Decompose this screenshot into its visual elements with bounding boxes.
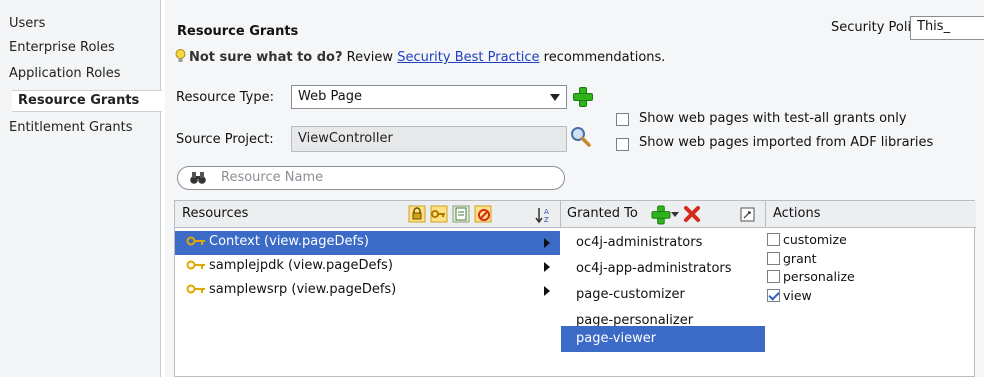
edit-dialog-icon[interactable] bbox=[739, 206, 757, 224]
resource-type-label: Resource Type: bbox=[176, 90, 274, 105]
security-hint: Not sure what to do? Review Security Bes… bbox=[175, 49, 665, 65]
hint-lead: Not sure what to do? bbox=[189, 50, 343, 65]
page-title: Resource Grants bbox=[177, 24, 299, 39]
svg-text:A: A bbox=[544, 208, 549, 216]
expand-arrow-icon bbox=[544, 262, 550, 272]
nav-item-entitlement-grants[interactable]: Entitlement Grants bbox=[9, 118, 133, 138]
nav-item-users[interactable]: Users bbox=[9, 14, 45, 34]
test-all-label: Show web pages with test-all grants only bbox=[639, 111, 907, 126]
test-all-checkbox[interactable] bbox=[616, 113, 629, 126]
action-label: personalize bbox=[783, 269, 855, 284]
hint-pre: Review bbox=[342, 50, 398, 65]
dropdown-arrow-icon bbox=[550, 94, 560, 101]
grantee-item[interactable]: page-customizer bbox=[561, 282, 765, 308]
key-icon bbox=[186, 236, 205, 246]
granted-to-header: Granted To bbox=[560, 201, 765, 228]
nav-item-resource-grants[interactable]: Resource Grants bbox=[12, 90, 162, 112]
action-checkbox[interactable] bbox=[767, 289, 780, 302]
action-item[interactable]: customize bbox=[767, 233, 847, 246]
resources-header: Resources A Z bbox=[175, 201, 560, 228]
delete-icon[interactable] bbox=[683, 205, 701, 223]
action-item[interactable]: personalize bbox=[767, 270, 855, 283]
action-checkbox[interactable] bbox=[767, 233, 780, 246]
nav-item-enterprise-roles[interactable]: Enterprise Roles bbox=[9, 38, 115, 58]
lock-icon[interactable] bbox=[408, 205, 426, 223]
resource-row[interactable]: samplejpdk (view.pageDefs) bbox=[175, 255, 560, 279]
expand-arrow-icon bbox=[544, 286, 550, 296]
security-policy-field[interactable]: This_ bbox=[910, 16, 984, 40]
resource-row-label: samplejpdk (view.pageDefs) bbox=[209, 258, 393, 273]
grantee-item[interactable]: page-viewer bbox=[561, 326, 765, 352]
action-label: view bbox=[783, 288, 812, 303]
hide-granted-icon[interactable] bbox=[474, 205, 492, 223]
add-grantee-icon[interactable] bbox=[651, 205, 671, 225]
adf-libraries-label: Show web pages imported from ADF librari… bbox=[639, 135, 934, 150]
resource-row-label: samplewsrp (view.pageDefs) bbox=[209, 282, 397, 297]
binoculars-icon bbox=[190, 172, 206, 184]
source-project-label: Source Project: bbox=[176, 132, 274, 147]
expand-arrow-icon bbox=[544, 238, 550, 248]
resource-row-label: Context (view.pageDefs) bbox=[209, 234, 369, 249]
add-grantee-dropdown-icon[interactable] bbox=[671, 212, 679, 217]
search-placeholder: Resource Name bbox=[221, 170, 324, 185]
action-item[interactable]: view bbox=[767, 289, 812, 302]
key-icon bbox=[186, 260, 205, 270]
grantee-item[interactable]: oc4j-app-administrators bbox=[561, 256, 765, 282]
key-icon bbox=[186, 284, 205, 294]
resource-row[interactable]: Context (view.pageDefs) bbox=[175, 231, 560, 255]
security-best-practice-link[interactable]: Security Best Practice bbox=[397, 50, 539, 65]
add-resource-icon[interactable] bbox=[573, 87, 593, 107]
actions-header-label: Actions bbox=[773, 206, 821, 221]
hint-post: recommendations. bbox=[539, 50, 666, 65]
page-filter-icon[interactable] bbox=[452, 205, 470, 223]
source-project-field: ViewController bbox=[291, 126, 567, 152]
resource-type-select[interactable]: Web Page bbox=[291, 85, 567, 109]
nav-item-application-roles[interactable]: Application Roles bbox=[9, 64, 121, 84]
resource-search-input[interactable]: Resource Name bbox=[177, 166, 565, 190]
search-icon[interactable] bbox=[570, 126, 592, 148]
action-label: grant bbox=[783, 251, 817, 266]
action-checkbox[interactable] bbox=[767, 252, 780, 265]
actions-header: Actions bbox=[765, 201, 976, 228]
action-label: customize bbox=[783, 232, 847, 247]
adf-libraries-checkbox[interactable] bbox=[616, 138, 629, 151]
granted-to-header-label: Granted To bbox=[567, 206, 638, 221]
left-nav: Users Enterprise Roles Application Roles… bbox=[0, 0, 162, 377]
resources-header-label: Resources bbox=[182, 206, 249, 221]
key-filter-icon[interactable] bbox=[430, 205, 448, 223]
action-item[interactable]: grant bbox=[767, 252, 817, 265]
grantee-item[interactable]: oc4j-administrators bbox=[561, 230, 765, 256]
sort-icon[interactable]: A Z bbox=[535, 206, 553, 224]
action-checkbox[interactable] bbox=[767, 270, 780, 283]
resource-type-value: Web Page bbox=[298, 89, 362, 104]
resource-grants-table: Resources A Z Granted To Actions Context… bbox=[174, 200, 976, 377]
main-panel: Resource Grants Security Policy: This_ N… bbox=[165, 0, 984, 377]
resource-row[interactable]: samplewsrp (view.pageDefs) bbox=[175, 279, 560, 303]
svg-text:Z: Z bbox=[544, 216, 549, 224]
lightbulb-icon bbox=[175, 49, 186, 62]
